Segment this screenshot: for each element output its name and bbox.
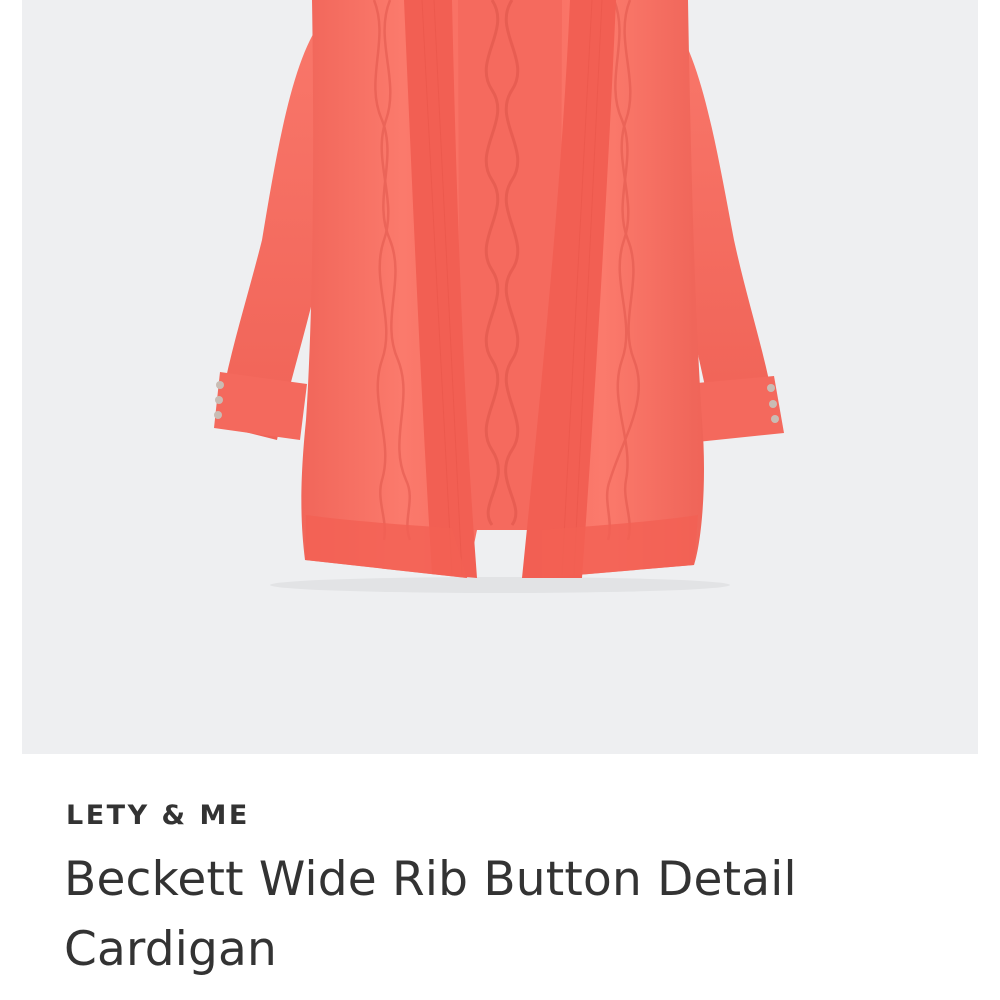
product-image-panel[interactable] [22, 0, 978, 754]
left-cuff [214, 372, 307, 440]
brand-name: LETY & ME [66, 800, 250, 831]
product-image [214, 0, 784, 593]
product-card[interactable]: LETY & ME Beckett Wide Rib Button Detail… [0, 0, 1000, 1000]
product-title[interactable]: Beckett Wide Rib Button Detail Cardigan [64, 845, 944, 985]
